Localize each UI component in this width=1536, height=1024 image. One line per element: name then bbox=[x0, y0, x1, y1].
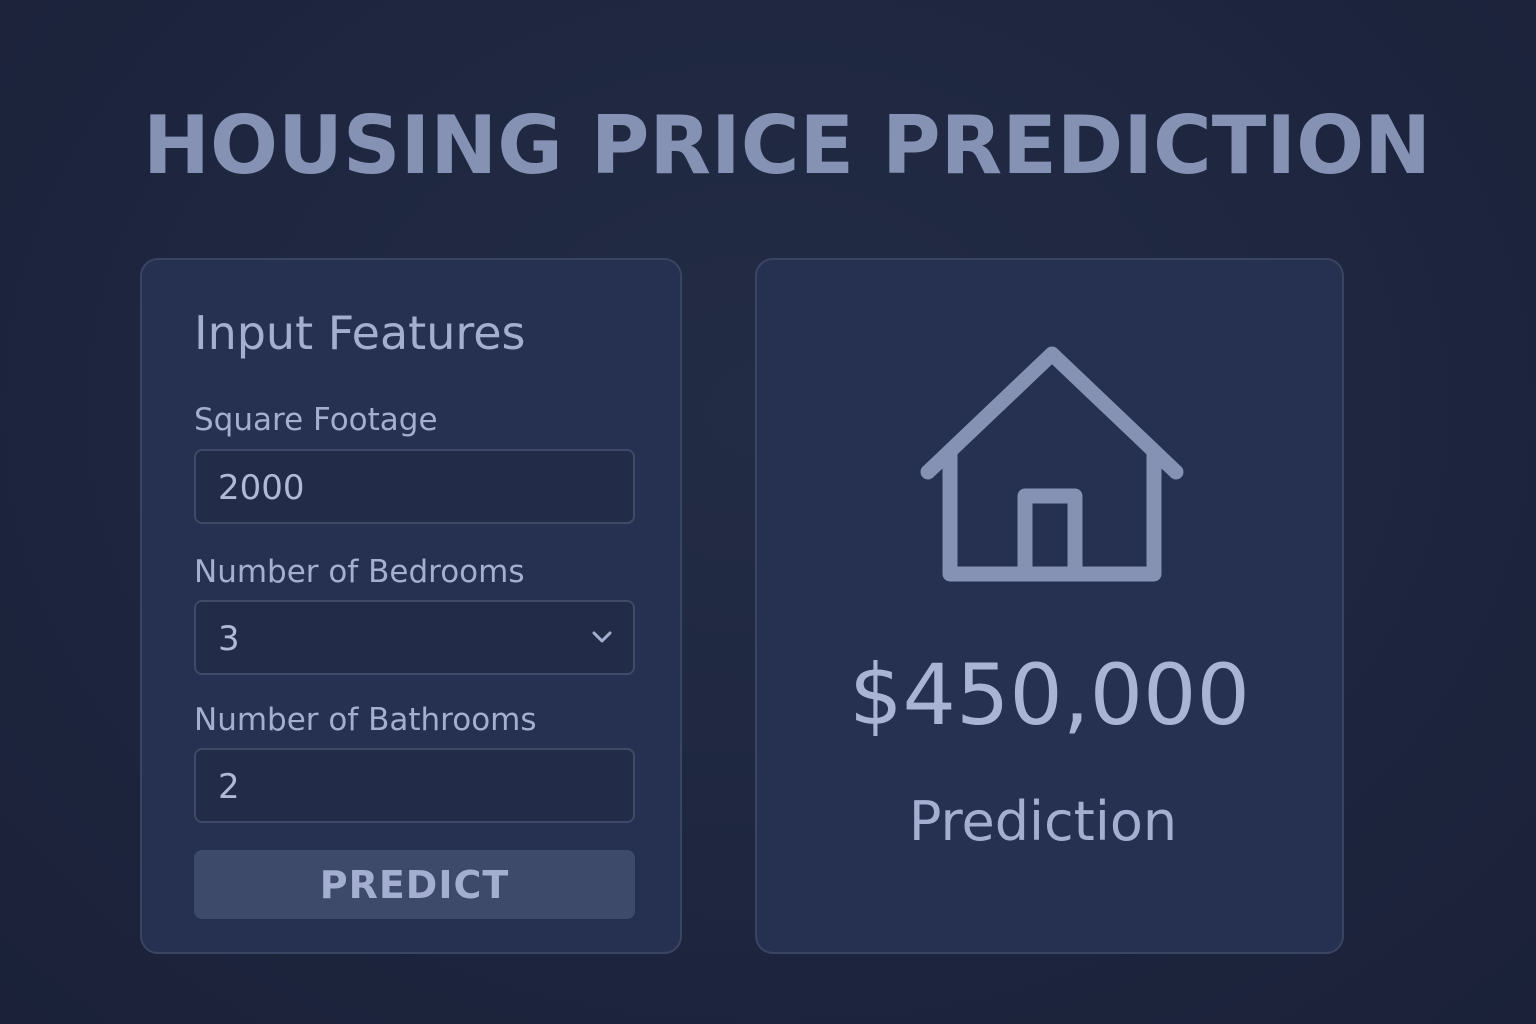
input-features-panel: Input Features Square Footage 2000 Numbe… bbox=[140, 258, 682, 954]
predicted-price: $450,000 bbox=[849, 646, 1250, 744]
prediction-panel: $450,000 Prediction bbox=[755, 258, 1344, 954]
bedrooms-label: Number of Bedrooms bbox=[194, 554, 525, 590]
input-features-heading: Input Features bbox=[194, 306, 526, 360]
square-footage-label: Square Footage bbox=[194, 402, 438, 438]
bathrooms-input[interactable]: 2 bbox=[194, 748, 635, 823]
prediction-label: Prediction bbox=[908, 790, 1178, 853]
bathrooms-label: Number of Bathrooms bbox=[194, 702, 537, 738]
square-footage-value: 2000 bbox=[218, 468, 305, 508]
page-title: HOUSING PRICE PREDICTION bbox=[143, 99, 1432, 192]
predict-button[interactable]: PREDICT bbox=[194, 850, 635, 919]
bedrooms-value: 3 bbox=[218, 619, 240, 659]
bathrooms-value: 2 bbox=[218, 767, 240, 807]
square-footage-input[interactable]: 2000 bbox=[194, 449, 635, 524]
chevron-down-icon bbox=[592, 631, 612, 643]
house-icon bbox=[920, 346, 1184, 582]
bedrooms-select[interactable]: 3 bbox=[194, 600, 635, 675]
